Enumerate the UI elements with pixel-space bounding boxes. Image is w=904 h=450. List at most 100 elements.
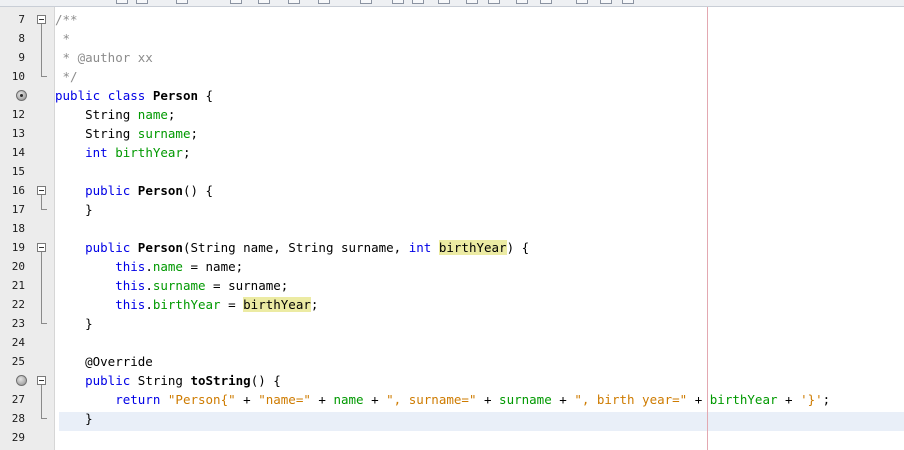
line-number: 18 bbox=[11, 222, 25, 235]
line-number: 7 bbox=[18, 13, 25, 26]
fold-end-marker bbox=[41, 418, 47, 419]
code-line[interactable]: String name; bbox=[55, 105, 175, 124]
code-token: toString bbox=[190, 373, 251, 388]
code-token: + bbox=[476, 392, 500, 407]
line-number: 28 bbox=[11, 412, 25, 425]
fold-toggle-constructor-params-icon[interactable] bbox=[37, 243, 46, 252]
code-token: } bbox=[55, 411, 93, 426]
code-editor[interactable]: /** * * @author xx */ public class Person… bbox=[55, 7, 904, 450]
fold-toggle-constructor-icon[interactable] bbox=[37, 186, 46, 195]
line-number: 19 bbox=[11, 241, 25, 254]
code-token: name bbox=[137, 107, 168, 122]
code-token: String bbox=[55, 107, 138, 122]
code-token: * @author xx bbox=[55, 50, 153, 65]
line-number: 12 bbox=[11, 108, 25, 121]
line-number: 15 bbox=[11, 165, 25, 178]
line-number: 24 bbox=[11, 336, 25, 349]
code-token: ; bbox=[310, 297, 319, 312]
code-token: int bbox=[408, 240, 439, 255]
code-token: public bbox=[55, 88, 108, 103]
toolbar-button-icon[interactable] bbox=[516, 0, 528, 4]
code-line[interactable]: } bbox=[55, 314, 93, 333]
code-token: ; bbox=[182, 145, 191, 160]
toolbar-button-icon[interactable] bbox=[288, 0, 300, 4]
code-line[interactable]: } bbox=[55, 200, 93, 219]
code-line[interactable]: this.name = name; bbox=[55, 257, 243, 276]
toolbar-button-icon[interactable] bbox=[176, 0, 188, 4]
code-token: ", birth year=" bbox=[574, 392, 688, 407]
toolbar-button-icon[interactable] bbox=[438, 0, 450, 4]
code-line[interactable]: public String toString() { bbox=[55, 371, 281, 390]
code-line[interactable]: String surname; bbox=[55, 124, 198, 143]
code-token: } bbox=[55, 202, 93, 217]
toolbar-button-icon[interactable] bbox=[466, 0, 478, 4]
code-token: ; bbox=[822, 392, 831, 407]
code-line[interactable]: public Person(String name, String surnam… bbox=[55, 238, 529, 257]
line-number: 16 bbox=[11, 184, 25, 197]
toolbar-button-icon[interactable] bbox=[600, 0, 612, 4]
code-token: (String name, String surname, bbox=[182, 240, 409, 255]
code-line[interactable]: public class Person { bbox=[55, 86, 213, 105]
toolbar-button-icon[interactable] bbox=[318, 0, 330, 4]
code-token: . bbox=[145, 297, 153, 312]
code-line[interactable]: this.surname = surname; bbox=[55, 276, 288, 295]
code-token: () { bbox=[250, 373, 281, 388]
code-token: "Person{" bbox=[167, 392, 236, 407]
code-token: { bbox=[198, 88, 214, 103]
editor-gutter: 7 8 9 10 12 13 14 15 16 17 18 19 20 21 22 23 24 25 27 28 29 bbox=[0, 7, 55, 450]
code-token: /** bbox=[55, 12, 78, 27]
code-token: + bbox=[363, 392, 387, 407]
code-token: . bbox=[145, 259, 153, 274]
code-token: + bbox=[235, 392, 259, 407]
toolbar-button-icon[interactable] bbox=[540, 0, 552, 4]
code-token: } bbox=[55, 316, 93, 331]
code-token: public bbox=[55, 240, 138, 255]
code-line[interactable]: @Override bbox=[55, 352, 153, 371]
code-token: class bbox=[107, 88, 153, 103]
code-line[interactable]: * @author xx bbox=[55, 48, 153, 67]
code-token: public bbox=[55, 183, 138, 198]
toolbar-button-icon[interactable] bbox=[360, 0, 372, 4]
fold-guide-line bbox=[41, 385, 42, 418]
toolbar-button-icon[interactable] bbox=[412, 0, 424, 4]
code-token: name bbox=[152, 259, 183, 274]
code-token: . bbox=[145, 278, 153, 293]
code-token: surname bbox=[152, 278, 206, 293]
toolbar-button-icon[interactable] bbox=[576, 0, 588, 4]
line-number: 20 bbox=[11, 260, 25, 273]
line-number: 9 bbox=[18, 51, 25, 64]
code-token: ) { bbox=[506, 240, 530, 255]
code-line[interactable]: return "Person{" + "name=" + name + ", s… bbox=[55, 390, 830, 409]
line-number: 25 bbox=[11, 355, 25, 368]
code-line[interactable]: } bbox=[55, 409, 93, 428]
code-line[interactable]: /** bbox=[55, 10, 78, 29]
code-line[interactable]: * bbox=[55, 29, 71, 48]
code-token: String bbox=[137, 373, 191, 388]
toolbar-button-icon[interactable] bbox=[136, 0, 148, 4]
code-token: surname bbox=[499, 392, 552, 407]
code-token: birthYear bbox=[709, 392, 778, 407]
override-icon[interactable] bbox=[16, 375, 27, 386]
toolbar-button-icon[interactable] bbox=[258, 0, 270, 4]
toolbar-button-icon[interactable] bbox=[230, 0, 242, 4]
code-line[interactable]: public Person() { bbox=[55, 181, 213, 200]
code-token: ", surname=" bbox=[386, 392, 477, 407]
code-line[interactable]: this.birthYear = birthYear; bbox=[55, 295, 318, 314]
code-token: Person bbox=[137, 240, 183, 255]
fold-toggle-javadoc-icon[interactable] bbox=[37, 15, 46, 24]
fold-toggle-tostring-icon[interactable] bbox=[37, 376, 46, 385]
code-line[interactable]: */ bbox=[55, 67, 78, 86]
fold-guide-line bbox=[41, 24, 42, 76]
toolbar-button-icon[interactable] bbox=[116, 0, 128, 4]
code-line[interactable]: int birthYear; bbox=[55, 143, 190, 162]
code-token: String bbox=[55, 126, 138, 141]
toolbar-button-icon[interactable] bbox=[622, 0, 634, 4]
toolbar-button-icon[interactable] bbox=[392, 0, 404, 4]
code-token: public bbox=[55, 373, 138, 388]
class-implements-icon[interactable] bbox=[16, 90, 27, 101]
line-number: 23 bbox=[11, 317, 25, 330]
code-token: Person bbox=[152, 88, 198, 103]
fold-end-marker bbox=[41, 209, 47, 210]
code-token: = bbox=[220, 297, 244, 312]
toolbar-button-icon[interactable] bbox=[488, 0, 500, 4]
